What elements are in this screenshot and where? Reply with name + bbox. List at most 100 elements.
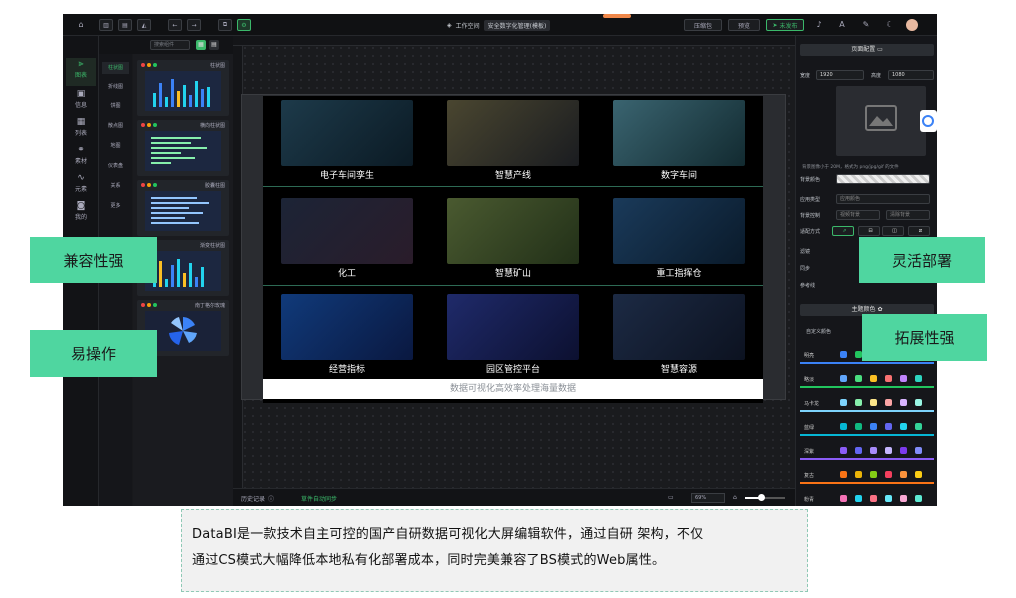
palette-swatch[interactable] xyxy=(900,423,907,430)
palette-swatch[interactable] xyxy=(900,495,907,502)
avatar[interactable] xyxy=(906,19,918,31)
sync-label[interactable]: 同步 xyxy=(800,265,810,272)
category-material[interactable]: ⚭ 素材 xyxy=(66,144,96,172)
fit-option-width[interactable]: ⊟ xyxy=(858,226,880,236)
subcategory-item[interactable]: 地图 xyxy=(102,140,129,152)
chart-tool-button[interactable]: ▥ xyxy=(99,19,113,31)
palette-row[interactable]: 复古 xyxy=(800,466,934,484)
palette-swatch[interactable] xyxy=(840,495,847,502)
palette-row[interactable]: 马卡龙 xyxy=(800,394,934,412)
fit-option-full[interactable]: ⇗ xyxy=(832,226,854,236)
palette-swatch[interactable] xyxy=(885,423,892,430)
help-icon[interactable]: ⓘ xyxy=(268,494,274,503)
clear-bg-button[interactable]: 清除背景 xyxy=(886,210,930,220)
palette-swatch[interactable] xyxy=(885,399,892,406)
undo-button[interactable]: ← xyxy=(168,19,182,31)
width-input[interactable]: 1920 xyxy=(816,70,864,80)
background-image-upload[interactable] xyxy=(836,86,926,156)
float-helper-icon[interactable] xyxy=(920,110,937,132)
palette-swatch[interactable] xyxy=(915,447,922,454)
palette-swatch[interactable] xyxy=(855,447,862,454)
palette-swatch[interactable] xyxy=(900,375,907,382)
palette-swatch[interactable] xyxy=(915,471,922,478)
palette-swatch[interactable] xyxy=(840,423,847,430)
tab-page-config[interactable]: 页面配置 ▭ xyxy=(800,44,934,56)
category-element[interactable]: ∿ 元素 xyxy=(66,172,96,200)
palette-swatch[interactable] xyxy=(885,375,892,382)
palette-swatch[interactable] xyxy=(855,351,862,358)
palette-swatch[interactable] xyxy=(915,399,922,406)
custom-color-label[interactable]: 自定义颜色 xyxy=(806,328,831,335)
showcase-cell[interactable] xyxy=(447,100,579,166)
subcategory-item[interactable]: 散点图 xyxy=(102,120,129,132)
video-bg-button[interactable]: 视频背景 xyxy=(836,210,880,220)
palette-swatch[interactable] xyxy=(840,375,847,382)
minimap-icon[interactable]: ▭ xyxy=(668,494,674,501)
breadcrumb-project[interactable]: 安全数字化管理(模板) xyxy=(483,20,551,31)
palette-swatch[interactable] xyxy=(855,423,862,430)
moon-icon[interactable]: ☾ xyxy=(884,19,896,31)
translate-icon[interactable]: A xyxy=(836,19,848,31)
showcase-grid[interactable]: 电子车间孪生 智慧产线 数字车间 化工 智慧矿山 重工指挥仓 经营指标 园区管控… xyxy=(263,96,763,403)
category-chart[interactable]: ⫸ 图表 xyxy=(66,58,96,86)
showcase-cell[interactable] xyxy=(281,198,413,264)
palette-swatch[interactable] xyxy=(840,351,847,358)
history-button[interactable]: 历史记录 xyxy=(241,494,265,503)
layer-tool-button[interactable]: ▤ xyxy=(118,19,132,31)
zoom-slider-handle[interactable] xyxy=(758,494,765,501)
palette-swatch[interactable] xyxy=(915,423,922,430)
showcase-cell[interactable] xyxy=(281,100,413,166)
search-input[interactable]: 搜索组件 xyxy=(150,40,190,50)
grid-view-button[interactable]: ▦ xyxy=(196,40,206,50)
lock-icon[interactable]: ⌂ xyxy=(733,494,737,501)
preview-button[interactable]: 预览 xyxy=(728,19,760,31)
palette-swatch[interactable] xyxy=(840,399,847,406)
bell-icon[interactable]: ♪ xyxy=(813,19,825,31)
showcase-cell[interactable] xyxy=(281,294,413,360)
subcategory-item[interactable]: 更多 xyxy=(102,200,129,212)
ref-label[interactable]: 参考线 xyxy=(800,282,815,289)
palette-swatch[interactable] xyxy=(870,375,877,382)
thumbnail-card[interactable]: 胶囊柱图 xyxy=(137,180,229,236)
palette-swatch[interactable] xyxy=(870,447,877,454)
settings-button[interactable]: ⚙ xyxy=(237,19,251,31)
publish-button[interactable]: ➤ 未发布 xyxy=(766,19,804,31)
palette-swatch[interactable] xyxy=(870,495,877,502)
subcategory-item[interactable]: 关系 xyxy=(102,180,129,192)
palette-swatch[interactable] xyxy=(900,399,907,406)
category-list[interactable]: ▦ 列表 xyxy=(66,116,96,144)
breadcrumb-workspace[interactable]: 工作空间 xyxy=(456,21,480,30)
showcase-cell[interactable] xyxy=(447,294,579,360)
palette-swatch[interactable] xyxy=(900,471,907,478)
palette-swatch[interactable] xyxy=(855,495,862,502)
list-view-button[interactable]: ▤ xyxy=(209,40,219,50)
filter-tool-button[interactable]: ◭ xyxy=(137,19,151,31)
height-input[interactable]: 1080 xyxy=(888,70,934,80)
palette-row[interactable]: 蓝绿 xyxy=(800,418,934,436)
palette-swatch[interactable] xyxy=(855,399,862,406)
palette-swatch[interactable] xyxy=(870,399,877,406)
zoom-select[interactable]: 69% xyxy=(691,493,725,503)
palette-swatch[interactable] xyxy=(870,423,877,430)
palette-row[interactable]: 略淡 xyxy=(800,370,934,388)
apply-type-select[interactable]: 应用颜色 xyxy=(836,194,930,204)
subcategory-item[interactable]: 柱状图 xyxy=(102,62,129,74)
tool-icon[interactable]: ✎ xyxy=(860,19,872,31)
palette-swatch[interactable] xyxy=(840,471,847,478)
palette-swatch[interactable] xyxy=(885,471,892,478)
palette-swatch[interactable] xyxy=(915,375,922,382)
palette-row[interactable]: 粉青 xyxy=(800,490,934,506)
palette-swatch[interactable] xyxy=(855,471,862,478)
subcategory-item[interactable]: 仪表盘 xyxy=(102,160,129,172)
palette-swatch[interactable] xyxy=(915,495,922,502)
screenshot-button[interactable]: ⧉ xyxy=(218,19,232,31)
redo-button[interactable]: → xyxy=(187,19,201,31)
zip-button[interactable]: 压缩包 xyxy=(684,19,722,31)
palette-swatch[interactable] xyxy=(900,447,907,454)
palette-swatch[interactable] xyxy=(855,375,862,382)
thumbnail-card[interactable]: 横向柱状图 xyxy=(137,120,229,176)
home-icon[interactable]: ⌂ xyxy=(75,19,87,31)
showcase-cell[interactable] xyxy=(447,198,579,264)
subcategory-item[interactable]: 折线图 xyxy=(102,81,129,93)
fit-option-height[interactable]: ◫ xyxy=(882,226,904,236)
